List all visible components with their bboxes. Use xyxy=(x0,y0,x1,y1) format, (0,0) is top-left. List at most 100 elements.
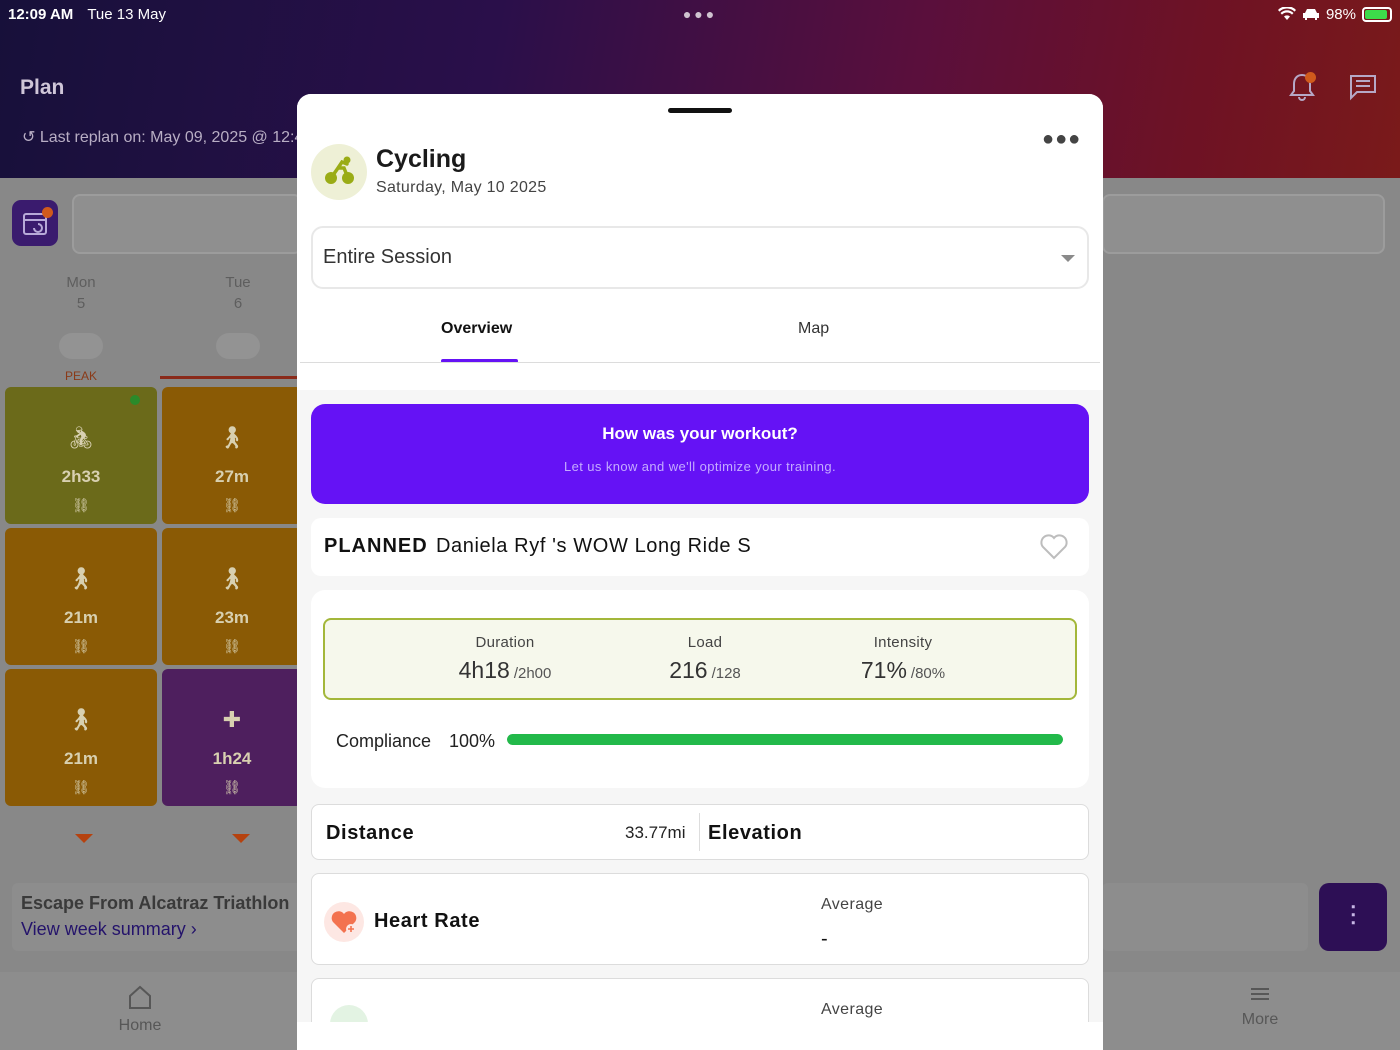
tab-more-label: More xyxy=(1241,1011,1279,1028)
walk-icon: 🚶︎ xyxy=(67,707,95,732)
metric-target: /2h00 xyxy=(513,665,552,682)
replan-icon: ↺ xyxy=(22,129,40,146)
tab-overview[interactable]: Overview xyxy=(441,320,512,338)
activity-title: Cycling xyxy=(376,145,467,173)
tile-duration: 27m xyxy=(214,467,250,486)
elevation-label: Elevation xyxy=(708,822,803,844)
tab-more[interactable]: More xyxy=(1222,982,1298,1029)
status-bar: 12:09 AM Tue 13 May ●●● 98% xyxy=(8,4,1392,24)
completed-dot xyxy=(130,395,140,405)
drag-handle[interactable] xyxy=(668,108,732,113)
sliders-icon: ⫶ xyxy=(1349,901,1357,932)
race-card-right xyxy=(1102,883,1308,951)
day-tue[interactable]: Tue 6 xyxy=(208,274,268,312)
metric-value: 216 xyxy=(669,657,708,683)
tile-duration: 21m xyxy=(63,749,99,768)
metric-target: /128 xyxy=(711,665,741,682)
dumbbell-icon: ✚ xyxy=(222,707,242,732)
metric-label: Intensity xyxy=(873,634,933,651)
sheet-footer xyxy=(297,1022,1103,1050)
heart-rate-icon xyxy=(324,902,364,942)
caret-down-icon xyxy=(1061,255,1075,262)
tile-duration: 1h24 xyxy=(212,749,252,768)
workout-tile[interactable]: 🚴︎ 2h33 ⛓︎ xyxy=(5,387,157,524)
metric-value: 4h18 xyxy=(458,657,510,683)
day-name: Tue xyxy=(225,274,251,291)
compliance-bar-fill xyxy=(507,734,1063,745)
metric-value: 71% xyxy=(860,657,907,683)
session-select[interactable]: Entire Session xyxy=(311,226,1089,289)
tab-divider xyxy=(300,362,1100,363)
unlink-icon: ⛓︎ xyxy=(223,497,241,513)
page-title: Plan xyxy=(20,76,65,99)
tab-home[interactable]: Home xyxy=(96,982,184,1035)
metric-load: Load 216/128 xyxy=(615,634,795,684)
activity-date: Saturday, May 10 2025 xyxy=(376,179,547,196)
unlink-icon: ⛓︎ xyxy=(72,638,90,654)
workout-feedback-banner[interactable]: How was your workout? Let us know and we… xyxy=(311,404,1089,504)
messages-icon[interactable] xyxy=(1348,72,1378,102)
metrics-summary: Duration 4h18/2h00 Load 216/128 Intensit… xyxy=(323,618,1077,700)
distance-elevation-card[interactable]: Distance 33.77mi Elevation xyxy=(311,804,1089,860)
heart-icon[interactable] xyxy=(1039,532,1069,560)
tab-map[interactable]: Map xyxy=(798,320,829,338)
week-summary-link[interactable]: View week summary › xyxy=(21,919,197,940)
tile-duration: 2h33 xyxy=(61,467,101,486)
metric-duration: Duration 4h18/2h00 xyxy=(415,634,595,684)
unlink-icon: ⛓︎ xyxy=(223,638,241,654)
week-bar xyxy=(72,194,302,254)
planned-workout-name: Daniela Ryf 's WOW Long Ride S xyxy=(436,535,752,557)
expand-arrow-icon[interactable] xyxy=(232,834,250,843)
calendar-replan-button[interactable] xyxy=(12,200,58,246)
day-mon[interactable]: Mon 5 xyxy=(51,274,111,312)
more-options-icon[interactable]: ●●● xyxy=(1042,128,1081,151)
day-status-pill xyxy=(216,333,260,359)
divider xyxy=(699,813,700,851)
peak-label: PEAK xyxy=(65,369,98,383)
bike-icon: 🚴︎ xyxy=(67,425,95,450)
metric-label: Load xyxy=(687,634,723,651)
race-title: Escape From Alcatraz Triathlon xyxy=(21,893,290,913)
heart-rate-label: Heart Rate xyxy=(374,910,481,932)
average-label: Average xyxy=(821,1001,884,1018)
week-summary-text: View week summary xyxy=(21,919,186,939)
compliance-value: 100% xyxy=(449,731,496,751)
last-replan-text: Last replan on: May 09, 2025 @ 12:4 xyxy=(39,129,304,146)
activity-sheet: ●●● Cycling Saturday, May 10 2025 Entire… xyxy=(297,94,1103,1050)
unlink-icon: ⛓︎ xyxy=(223,779,241,795)
chevron-right-icon: › xyxy=(185,919,197,939)
compliance-bar xyxy=(507,734,1063,745)
multitask-dots-icon[interactable]: ●●● xyxy=(683,6,717,22)
filter-sliders-button[interactable]: ⫶ xyxy=(1319,883,1387,951)
expand-arrow-icon[interactable] xyxy=(75,834,93,843)
distance-label: Distance xyxy=(326,822,415,844)
tile-duration: 23m xyxy=(214,608,250,627)
tile-duration: 21m xyxy=(63,608,99,627)
metrics-card: Duration 4h18/2h00 Load 216/128 Intensit… xyxy=(311,590,1089,788)
car-icon xyxy=(1302,9,1319,20)
week-bar-right xyxy=(1102,194,1385,254)
feedback-title: How was your workout? xyxy=(602,424,798,443)
status-time: 12:09 AM xyxy=(8,5,74,23)
planned-workout-card[interactable]: PLANNED Daniela Ryf 's WOW Long Ride S xyxy=(311,518,1089,576)
workout-tile[interactable]: 🚶︎ 27m ⛓︎ xyxy=(162,387,302,524)
heart-rate-card[interactable]: Heart Rate Average - xyxy=(311,873,1089,965)
home-icon xyxy=(129,985,151,1009)
workout-tile[interactable]: 🚶︎ 21m ⛓︎ xyxy=(5,669,157,806)
walk-icon: 🚶︎ xyxy=(218,425,246,450)
walk-icon: 🚶︎ xyxy=(218,566,246,591)
workout-tile[interactable]: 🚶︎ 21m ⛓︎ xyxy=(5,528,157,665)
wifi-icon xyxy=(1277,7,1296,20)
tab-home-label: Home xyxy=(118,1017,162,1034)
compliance-label: Compliance xyxy=(336,731,432,751)
menu-icon xyxy=(1251,988,1269,1000)
link-icon: ⛓︎ xyxy=(72,497,90,513)
unlink-icon: ⛓︎ xyxy=(72,779,90,795)
notification-dot xyxy=(1305,72,1316,83)
day-status-pill xyxy=(59,333,103,359)
peak-line xyxy=(160,376,300,379)
day-number: 5 xyxy=(76,295,86,312)
workout-tile[interactable]: 🚶︎ 23m ⛓︎ xyxy=(162,528,302,665)
cycling-icon xyxy=(311,144,367,200)
workout-tile[interactable]: ✚ 1h24 ⛓︎ xyxy=(162,669,302,806)
